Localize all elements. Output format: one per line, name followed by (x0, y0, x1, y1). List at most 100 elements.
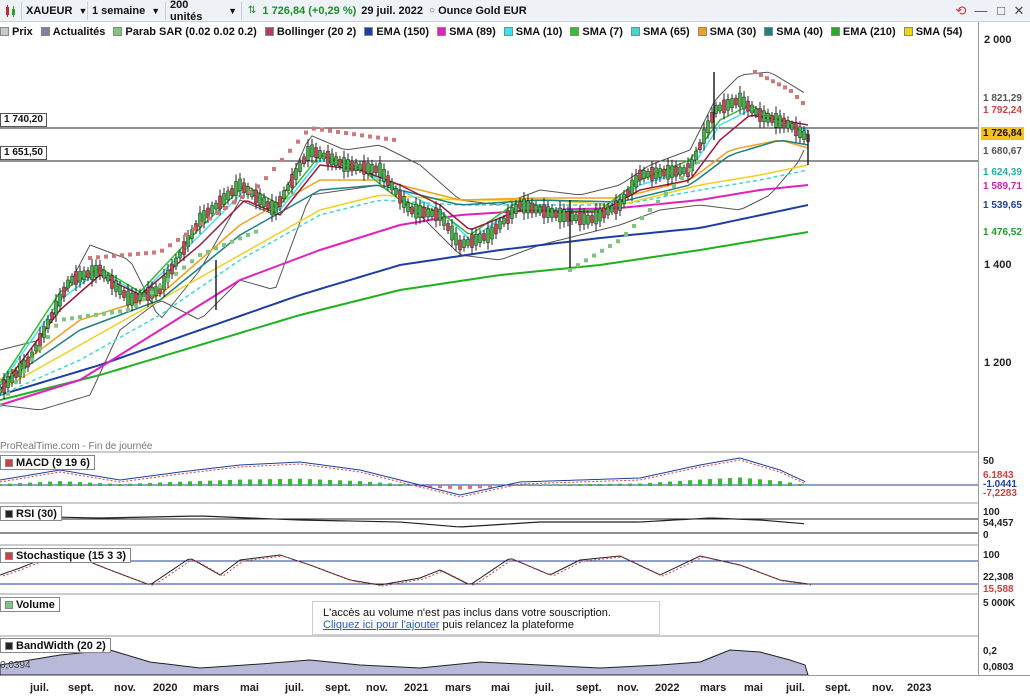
candle-body (474, 233, 478, 246)
sar-dot (759, 73, 763, 78)
sar-dot (648, 208, 652, 212)
sar-dot (86, 314, 90, 318)
macd-histogram-bar (398, 484, 402, 486)
time-axis-label: mars (700, 682, 727, 694)
candle-body (374, 165, 378, 174)
time-axis-label: sept. (68, 682, 94, 694)
candle-body (654, 167, 658, 180)
macd-histogram-bar (448, 485, 452, 489)
macd-histogram-bar (178, 481, 182, 486)
macd-histogram-bar (708, 479, 712, 486)
sar-dot (616, 239, 620, 244)
volume-panel-title[interactable]: Volume (0, 597, 60, 612)
candle-body (302, 156, 306, 165)
candle-body (122, 290, 126, 298)
macd-histogram-bar (578, 484, 582, 486)
macd-histogram-bar (308, 479, 312, 486)
sar-dot (696, 160, 700, 164)
candle-body (386, 175, 390, 186)
macd-histogram-bar (118, 484, 122, 486)
price-chart-canvas[interactable] (0, 0, 1030, 697)
macd-histogram-bar (368, 481, 372, 486)
sar-dot (182, 265, 186, 270)
rsi-panel-title[interactable]: RSI (30) (0, 506, 62, 521)
color-swatch (5, 551, 13, 560)
time-axis-label: sept. (825, 682, 851, 694)
candle-body (446, 223, 450, 231)
candle-body (598, 208, 602, 222)
macd-histogram-bar (698, 479, 702, 486)
sar-dot (288, 148, 292, 153)
candle-body (366, 162, 370, 175)
sar-dot (280, 157, 284, 162)
axis-label: 0,0803 (981, 661, 1016, 674)
macd-histogram-bar (268, 479, 272, 486)
time-axis-label: mars (193, 682, 220, 694)
sar-dot (352, 132, 356, 137)
axis-label: 2 000 (984, 34, 1012, 46)
macd-histogram-bar (28, 482, 32, 486)
candle-body (50, 312, 54, 320)
candle-body (98, 264, 102, 276)
candle-body (290, 174, 294, 188)
time-axis[interactable]: juil. sept. nov. 2020 mars mai juil. sept. nov. 2… (0, 675, 1030, 697)
candle-body (154, 286, 158, 297)
candle-body (590, 215, 594, 223)
time-axis-label: nov. (114, 682, 136, 694)
candle-body (634, 174, 638, 188)
macd-histogram-bar (728, 478, 732, 486)
macd-histogram-bar (648, 482, 652, 486)
sar-dot (192, 227, 196, 232)
candle-body (786, 120, 790, 129)
color-swatch (5, 641, 13, 650)
sar-dot (248, 189, 252, 194)
candle-body (470, 234, 474, 248)
candle-body (490, 226, 494, 240)
macd-histogram-bar (228, 479, 232, 486)
sar-dot (54, 323, 58, 328)
candle-body (530, 202, 534, 214)
rsi-title-text: RSI (30) (16, 507, 57, 520)
candle-body (782, 117, 786, 129)
time-axis-label: juil. (786, 682, 805, 694)
candle-body (10, 373, 14, 383)
macd-histogram-bar (688, 480, 692, 486)
candle-body (726, 99, 730, 111)
candle-body (610, 205, 614, 213)
candle-body (326, 150, 330, 165)
candle-body (750, 104, 754, 114)
candle-body (626, 189, 630, 197)
candle-body (330, 153, 334, 166)
macd-histogram-bar (168, 482, 172, 486)
candle-body (6, 376, 10, 388)
candle-body (70, 276, 74, 283)
sar-dot (224, 205, 228, 210)
macd-histogram-bar (638, 483, 642, 486)
time-axis-label: nov. (872, 682, 894, 694)
time-axis-label: 2021 (404, 682, 429, 694)
candle-body (214, 202, 218, 210)
macd-panel-title[interactable]: MACD (9 19 6) (0, 455, 95, 470)
candle-body (758, 108, 762, 122)
candle-body (694, 150, 698, 161)
candle-body (362, 160, 366, 175)
candle-body (210, 205, 214, 214)
hline-label-lower[interactable]: 1 651,50 (0, 146, 47, 160)
time-axis-label: juil. (30, 682, 49, 694)
macd-histogram-bar (78, 482, 82, 486)
axis-label: 50 (981, 455, 997, 468)
candle-body (390, 181, 394, 191)
candle-body (774, 113, 778, 128)
notice-link[interactable]: Cliquez ici pour l'ajouter (323, 619, 439, 631)
candle-body (622, 194, 626, 204)
macd-histogram-bar (298, 478, 302, 486)
stoch-panel-title[interactable]: Stochastique (15 3 3) (0, 548, 132, 563)
time-axis-label: mai (744, 682, 763, 694)
hline-label-upper[interactable]: 1 740,20 (0, 113, 47, 127)
macd-histogram-bar (718, 478, 722, 486)
sar-dot (158, 284, 162, 289)
candle-body (322, 152, 326, 160)
candle-body (230, 188, 234, 196)
bandwidth-panel-title[interactable]: BandWidth (20 2) (0, 638, 111, 653)
sar-dot (200, 221, 204, 226)
